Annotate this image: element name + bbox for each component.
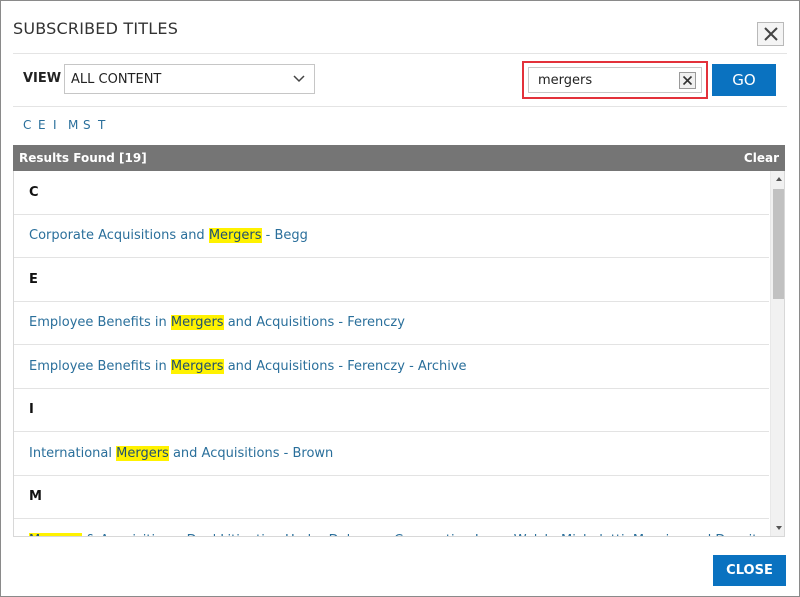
group-header-label: E xyxy=(29,271,38,287)
result-title-before: International xyxy=(29,445,117,461)
result-title-after: and Acquisitions - Ferenczy xyxy=(223,315,405,331)
group-header: E xyxy=(14,258,769,302)
scroll-down-button[interactable] xyxy=(771,520,784,536)
results-count: Results Found [19] xyxy=(19,151,147,165)
alpha-link-i[interactable]: I xyxy=(53,118,68,132)
result-title: Employee Benefits in Mergers and Acquisi… xyxy=(29,315,405,331)
result-title-before: Employee Benefits in xyxy=(29,315,171,331)
search-match-highlight: Mergers xyxy=(116,445,169,461)
scroll-up-button[interactable] xyxy=(771,171,784,187)
result-title-before: Employee Benefits in xyxy=(29,358,171,374)
group-header: C xyxy=(14,171,769,215)
search-field-wrapper xyxy=(522,61,708,99)
close-button[interactable]: CLOSE xyxy=(713,555,786,586)
result-title-after: & Acquisitions: Deal Litigation Under De… xyxy=(82,533,764,536)
view-select[interactable]: ALL CONTENT xyxy=(64,64,315,94)
result-item[interactable]: Mergers & Acquisitions: Deal Litigation … xyxy=(14,519,769,536)
alpha-link-m[interactable]: M xyxy=(68,118,83,132)
alpha-link-s[interactable]: S xyxy=(83,118,98,132)
search-input[interactable] xyxy=(528,67,702,93)
results-bar: Results Found [19] Clear xyxy=(13,145,785,171)
clear-search-button[interactable] xyxy=(679,72,696,89)
result-title-after: and Acquisitions - Ferenczy - Archive xyxy=(223,358,467,374)
result-item[interactable]: Employee Benefits in Mergers and Acquisi… xyxy=(14,302,769,345)
result-title: Corporate Acquisitions and Mergers - Beg… xyxy=(29,228,308,244)
scrollbar[interactable] xyxy=(770,171,784,536)
dialog-title: SUBSCRIBED TITLES xyxy=(13,19,179,38)
group-header: I xyxy=(14,389,769,432)
go-button[interactable]: GO xyxy=(712,64,776,96)
header-divider xyxy=(13,53,787,54)
alpha-link-e[interactable]: E xyxy=(38,118,53,132)
scroll-thumb[interactable] xyxy=(773,189,784,299)
result-title-after: and Acquisitions - Brown xyxy=(168,445,334,461)
view-select-value: ALL CONTENT xyxy=(71,71,162,87)
clear-results-link[interactable]: Clear xyxy=(744,151,779,165)
search-match-highlight: Mergers xyxy=(170,315,224,331)
caret-down-icon xyxy=(775,526,782,530)
chevron-down-icon xyxy=(293,75,305,83)
filter-divider xyxy=(13,106,787,107)
search-match-highlight: Mergers xyxy=(208,228,262,244)
subscribed-titles-dialog: SUBSCRIBED TITLES VIEW ALL CONTENT GO C … xyxy=(0,0,800,597)
result-item[interactable]: International Mergers and Acquisitions -… xyxy=(14,432,769,476)
result-item[interactable]: Corporate Acquisitions and Mergers - Beg… xyxy=(14,215,769,258)
result-title: Mergers & Acquisitions: Deal Litigation … xyxy=(29,532,764,536)
result-title: International Mergers and Acquisitions -… xyxy=(29,445,334,461)
alpha-link-c[interactable]: C xyxy=(23,118,38,132)
group-header-label: C xyxy=(29,184,39,200)
group-header-label: I xyxy=(29,402,34,418)
result-title: Employee Benefits in Mergers and Acquisi… xyxy=(29,358,467,374)
group-header-label: M xyxy=(29,489,42,505)
close-dialog-button[interactable] xyxy=(757,22,784,46)
result-title-after: - Begg xyxy=(261,228,308,244)
result-title-before: Corporate Acquisitions and xyxy=(29,228,209,244)
caret-up-icon xyxy=(775,177,782,181)
close-icon xyxy=(763,27,778,41)
results-list-box: C Corporate Acquisitions and Mergers - Be… xyxy=(13,171,785,537)
result-item[interactable]: Employee Benefits in Mergers and Acquisi… xyxy=(14,345,769,389)
view-label: VIEW xyxy=(23,71,62,86)
alpha-link-t[interactable]: T xyxy=(98,118,113,132)
search-match-highlight: Mergers xyxy=(170,358,224,374)
search-match-highlight: Mergers xyxy=(29,532,82,536)
results-list: C Corporate Acquisitions and Mergers - Be… xyxy=(14,171,769,536)
close-icon xyxy=(682,75,693,86)
alphabet-nav: C E I M S T xyxy=(23,118,113,132)
group-header: M xyxy=(14,476,769,519)
